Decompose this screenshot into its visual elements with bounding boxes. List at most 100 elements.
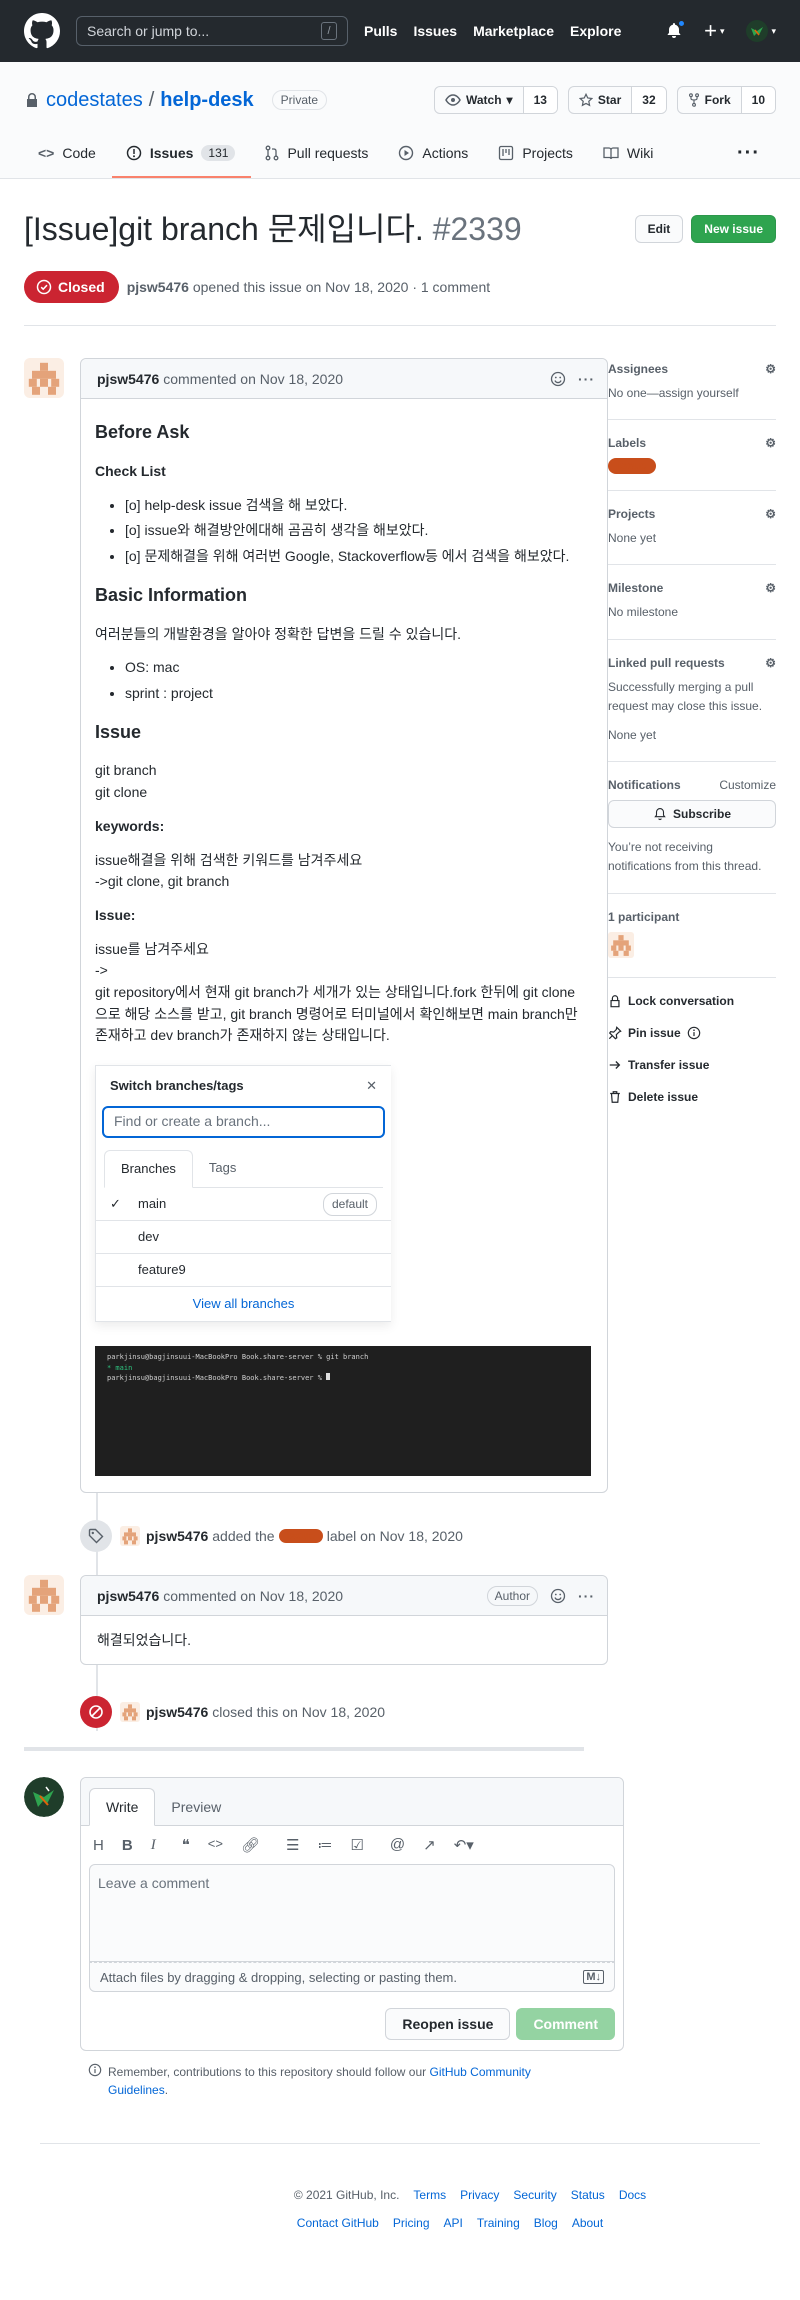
linked-pr-heading: Linked pull requests: [608, 655, 725, 670]
watch-count[interactable]: 13: [522, 87, 557, 113]
tab-preview[interactable]: Preview: [155, 1789, 237, 1825]
edit-button[interactable]: Edit: [634, 215, 684, 243]
comment-options-icon[interactable]: ···: [578, 1588, 595, 1604]
fork-button[interactable]: Fork 10: [676, 86, 776, 114]
repo-separator: /: [148, 88, 155, 111]
nav-explore[interactable]: Explore: [570, 23, 621, 39]
comment-timestamp[interactable]: commented on Nov 18, 2020: [163, 371, 343, 387]
footer-link-security[interactable]: Security: [513, 2188, 556, 2202]
notifications-bell-icon[interactable]: [666, 19, 687, 40]
bulleted-list-icon[interactable]: ☰: [286, 1836, 299, 1854]
status-label: Closed: [58, 279, 105, 295]
customize-link[interactable]: Customize: [719, 778, 776, 792]
tab-issues[interactable]: Issues 131: [111, 130, 252, 178]
lock-label: Lock conversation: [628, 993, 735, 1008]
issue-label-badge[interactable]: issue: [278, 1529, 323, 1544]
bold-icon[interactable]: B: [122, 1837, 133, 1854]
footer-link-docs[interactable]: Docs: [619, 2188, 646, 2202]
linked-pr-desc: Successfully merging a pull request may …: [608, 679, 763, 713]
nav-issues[interactable]: Issues: [413, 23, 457, 39]
repo-owner-link[interactable]: codestates: [46, 89, 143, 112]
footer-link-status[interactable]: Status: [571, 2188, 605, 2202]
star-count[interactable]: 32: [631, 87, 666, 113]
footer-link-contact[interactable]: Contact GitHub: [297, 2216, 379, 2230]
create-new-plus-icon[interactable]: + ▾: [704, 18, 724, 44]
heading-icon[interactable]: H: [93, 1837, 104, 1854]
search-input[interactable]: Search or jump to... /: [76, 16, 348, 46]
cross-reference-icon[interactable]: ↗: [423, 1836, 436, 1854]
pin-issue-button[interactable]: Pin issue: [608, 1026, 776, 1040]
footer-link-training[interactable]: Training: [477, 2216, 520, 2230]
footer-link-pricing[interactable]: Pricing: [393, 2216, 430, 2230]
italic-icon[interactable]: I: [151, 1837, 156, 1854]
watch-button[interactable]: Watch ▾ 13: [433, 86, 558, 114]
smiley-reaction-icon[interactable]: [550, 371, 566, 387]
issue-title: [Issue]git branch 문제입니다. #2339: [24, 209, 522, 249]
slash-shortcut-badge: /: [321, 22, 337, 40]
code-icon[interactable]: <>: [208, 1836, 223, 1854]
user-avatar-menu[interactable]: ▾: [746, 20, 776, 42]
comment-button[interactable]: Comment: [516, 2008, 615, 2041]
comment-timestamp[interactable]: commented on Nov 18, 2020: [163, 1588, 343, 1604]
event-author-link[interactable]: pjsw5476: [146, 1528, 208, 1544]
attach-files-area[interactable]: Attach files by dragging & dropping, sel…: [89, 1962, 615, 1993]
subscribe-button[interactable]: Subscribe: [608, 800, 776, 829]
gear-icon[interactable]: ⚙: [765, 362, 776, 376]
nav-pulls[interactable]: Pulls: [364, 23, 397, 39]
github-logo-icon[interactable]: [24, 13, 60, 49]
mention-icon[interactable]: @: [390, 1836, 405, 1854]
issue-author-link[interactable]: pjsw5476: [127, 279, 189, 295]
heading-issue-detail: Issue:: [95, 906, 136, 923]
tab-actions[interactable]: Actions: [384, 130, 484, 178]
markdown-icon[interactable]: M↓: [583, 1970, 604, 1985]
reopen-issue-button[interactable]: Reopen issue: [385, 2008, 511, 2041]
fork-count[interactable]: 10: [740, 87, 775, 113]
projects-heading: Projects: [608, 507, 656, 522]
nav-marketplace[interactable]: Marketplace: [473, 23, 554, 39]
star-button[interactable]: Star 32: [567, 86, 667, 114]
avatar[interactable]: [24, 1575, 64, 1616]
issue-label-badge[interactable]: issue: [608, 458, 657, 475]
smiley-reaction-icon[interactable]: [550, 1588, 566, 1604]
comment-text: 해결되었습니다.: [97, 1632, 192, 1649]
new-issue-button[interactable]: New issue: [691, 215, 776, 243]
tab-projects[interactable]: Projects: [484, 130, 589, 178]
avatar[interactable]: [120, 1702, 140, 1723]
terminal-screenshot: parkjinsu@bagjinsuui-MacBookPro Book.sha…: [95, 1346, 591, 1477]
footer-link-api[interactable]: API: [444, 2216, 463, 2230]
tab-write[interactable]: Write: [89, 1788, 156, 1827]
repo-header: codestates / help-desk Private Watch ▾ 1…: [0, 62, 800, 179]
avatar[interactable]: [24, 358, 64, 398]
comment-author-link[interactable]: pjsw5476: [97, 1588, 159, 1604]
comment-options-icon[interactable]: ···: [578, 371, 595, 387]
tab-code[interactable]: <> Code: [24, 130, 112, 178]
saved-replies-icon[interactable]: ↶▾: [454, 1836, 474, 1854]
numbered-list-icon[interactable]: ≔: [317, 1836, 332, 1854]
gear-icon[interactable]: ⚙: [765, 656, 776, 670]
issue-text: git branch git clone: [95, 760, 591, 803]
gear-icon[interactable]: ⚙: [765, 507, 776, 521]
task-list-icon[interactable]: ☑: [350, 1836, 363, 1854]
gear-icon[interactable]: ⚙: [765, 436, 776, 450]
tab-wiki[interactable]: Wiki: [589, 130, 669, 178]
gear-icon[interactable]: ⚙: [765, 581, 776, 595]
tab-pull-requests[interactable]: Pull requests: [251, 130, 384, 178]
comment-author-link[interactable]: pjsw5476: [97, 371, 159, 387]
lock-conversation-button[interactable]: Lock conversation: [608, 994, 776, 1008]
user-avatar[interactable]: [24, 1777, 64, 1818]
footer-link-blog[interactable]: Blog: [534, 2216, 558, 2230]
transfer-issue-button[interactable]: Transfer issue: [608, 1058, 776, 1072]
footer-link-privacy[interactable]: Privacy: [460, 2188, 499, 2202]
quote-icon[interactable]: ❝: [182, 1836, 190, 1854]
footer-link-about[interactable]: About: [572, 2216, 603, 2230]
avatar[interactable]: [120, 1526, 140, 1547]
repo-name-link[interactable]: help-desk: [160, 89, 253, 112]
comment-textarea[interactable]: Leave a comment: [89, 1864, 615, 1963]
event-author-link[interactable]: pjsw5476: [146, 1704, 208, 1720]
link-icon[interactable]: 🔗︎: [241, 1836, 260, 1854]
delete-issue-button[interactable]: Delete issue: [608, 1090, 776, 1104]
assignees-value[interactable]: No one—assign yourself: [608, 384, 776, 403]
more-menu-icon[interactable]: ···: [737, 142, 760, 165]
participant-avatar[interactable]: [608, 931, 634, 958]
footer-link-terms[interactable]: Terms: [413, 2188, 446, 2202]
